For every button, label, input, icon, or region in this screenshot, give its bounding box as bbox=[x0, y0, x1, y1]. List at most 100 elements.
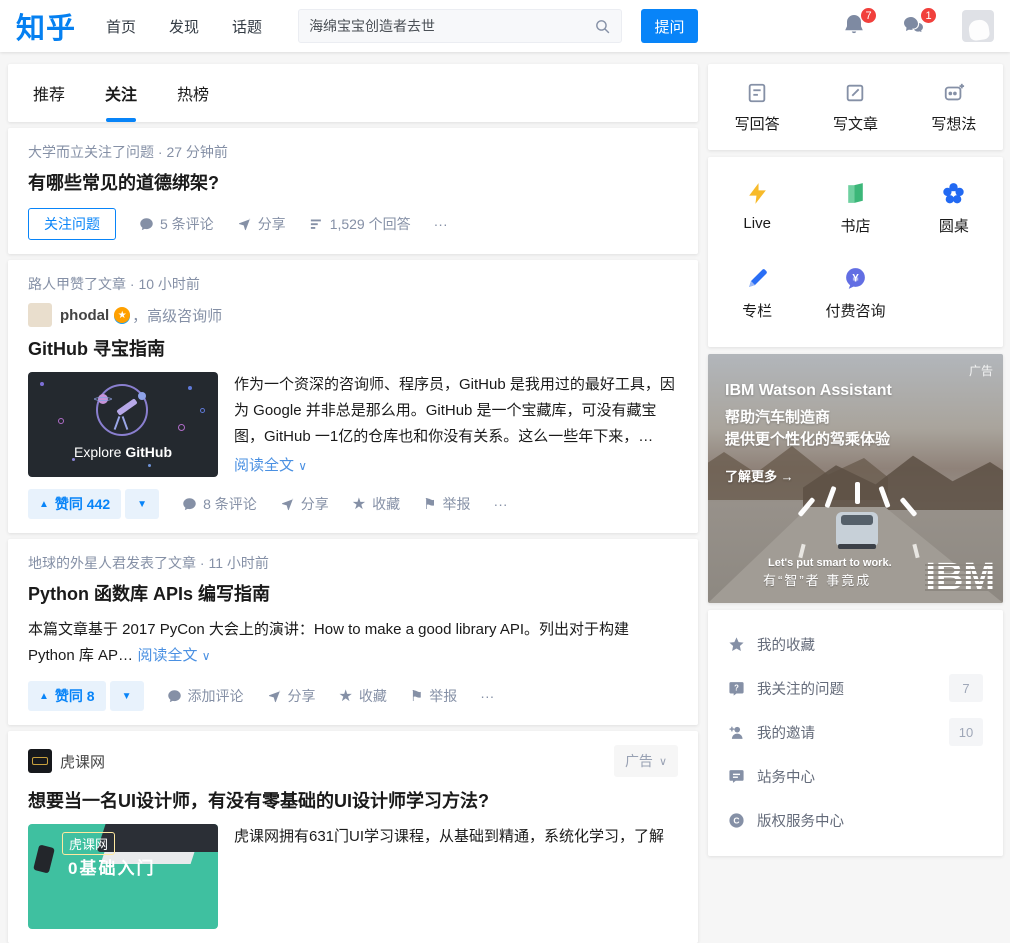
ad-label-chip[interactable]: 广告 ∨ bbox=[614, 745, 678, 777]
nav-item-discover[interactable]: 发现 bbox=[169, 16, 199, 37]
moon-icon bbox=[138, 392, 146, 400]
app-bookstore[interactable]: 书店 bbox=[806, 181, 904, 236]
upvote-button[interactable]: ▲ 赞同 8 bbox=[28, 681, 106, 711]
ask-question-button[interactable]: 提问 bbox=[641, 9, 698, 43]
more-button[interactable]: ··· bbox=[480, 688, 494, 704]
personal-links-panel: 我的收藏 ? 我关注的问题 7 我的邀请 10 bbox=[708, 610, 1003, 856]
read-more-link[interactable]: 阅读全文 ∨ bbox=[234, 457, 307, 474]
favorite-button[interactable]: ★ 收藏 bbox=[352, 494, 400, 514]
app-roundtable[interactable]: 圆桌 bbox=[905, 181, 1003, 236]
link-my-invites[interactable]: 我的邀请 10 bbox=[708, 710, 1003, 754]
tab-follow[interactable]: 关注 bbox=[105, 64, 137, 122]
write-article-button[interactable]: 写文章 bbox=[806, 82, 904, 134]
more-button[interactable]: ··· bbox=[434, 216, 448, 232]
feed-meta: 大学而立关注了问题 · 27 分钟前 bbox=[28, 142, 678, 162]
star-icon: ★ bbox=[339, 686, 353, 706]
author-name[interactable]: phodal bbox=[60, 307, 109, 324]
ad-slogan-cn: 有“智”者 事竟成 bbox=[763, 570, 871, 589]
follow-question-button[interactable]: 关注问题 bbox=[28, 208, 116, 240]
report-button[interactable]: ⚑ 举报 bbox=[410, 686, 457, 706]
page-content: 推荐 关注 热榜 大学而立关注了问题 · 27 分钟前 有哪些常见的道德绑架? … bbox=[0, 52, 1010, 943]
link-followed-questions[interactable]: ? 我关注的问题 7 bbox=[708, 666, 1003, 710]
thumbnail-caption: 0基础入门 bbox=[68, 854, 155, 879]
invite-person-icon bbox=[728, 724, 745, 741]
navbar-right: 7 1 bbox=[842, 10, 994, 42]
question-bubble-icon: ? bbox=[728, 680, 745, 697]
comments-button[interactable]: 5 条评论 bbox=[139, 214, 214, 234]
more-button[interactable]: ··· bbox=[494, 496, 508, 512]
upvote-button[interactable]: ▲ 赞同 442 bbox=[28, 489, 121, 519]
tab-hot[interactable]: 热榜 bbox=[177, 64, 209, 122]
article-title[interactable]: GitHub 寻宝指南 bbox=[28, 337, 678, 362]
comments-button[interactable]: 8 条评论 bbox=[182, 494, 257, 514]
author-row: phodal ★ ，高级咨询师 bbox=[28, 303, 678, 327]
sponsor-name[interactable]: 虎课网 bbox=[60, 751, 105, 772]
answers-icon bbox=[309, 217, 324, 232]
book-icon bbox=[843, 181, 868, 206]
link-site-center[interactable]: 站务中心 bbox=[708, 754, 1003, 798]
write-answer-button[interactable]: 写回答 bbox=[708, 82, 806, 134]
link-my-favorites[interactable]: 我的收藏 bbox=[708, 622, 1003, 666]
yen-chat-icon: ¥ bbox=[843, 266, 868, 291]
feed-item-sponsored: 虎课网 广告 ∨ 想要当一名UI设计师，有没有零基础的UI设计师学习方法? 虎课… bbox=[8, 731, 698, 943]
author-avatar[interactable] bbox=[28, 303, 52, 327]
sidebar-ad-ibm[interactable]: 广告 IBM Watson Assistant 帮助汽车制造商 提供更个性化的驾… bbox=[708, 354, 1003, 603]
decor-dot bbox=[40, 382, 44, 386]
share-button[interactable]: 分享 bbox=[280, 494, 329, 514]
sponsored-thumbnail[interactable]: 虎课网 0基础入门 bbox=[28, 824, 218, 929]
article-title[interactable]: Python 函数库 APIs 编写指南 bbox=[28, 582, 678, 607]
search-icon[interactable] bbox=[594, 18, 611, 35]
question-title[interactable]: 有哪些常见的道德绑架? bbox=[28, 171, 678, 196]
flower-icon bbox=[941, 181, 966, 206]
user-avatar[interactable] bbox=[962, 10, 994, 42]
write-article-icon bbox=[844, 82, 866, 104]
answers-count[interactable]: 1,529 个回答 bbox=[309, 214, 411, 234]
app-live[interactable]: Live bbox=[708, 181, 806, 236]
messages-button[interactable]: 1 bbox=[902, 13, 928, 39]
star-icon: ★ bbox=[352, 494, 366, 514]
write-idea-button[interactable]: 写想法 bbox=[905, 82, 1003, 134]
ad-title: IBM Watson Assistant bbox=[725, 382, 892, 400]
share-button[interactable]: 分享 bbox=[267, 686, 316, 706]
search-bar[interactable] bbox=[298, 9, 622, 43]
article-thumbnail[interactable]: Explore GitHub bbox=[28, 372, 218, 477]
ad-cta-link[interactable]: 了解更多 → bbox=[725, 466, 794, 485]
nav-item-home[interactable]: 首页 bbox=[106, 16, 136, 37]
sponsor-logo[interactable] bbox=[28, 749, 52, 773]
link-copyright-center[interactable]: C 版权服务中心 bbox=[708, 798, 1003, 842]
feed-item-question: 大学而立关注了问题 · 27 分钟前 有哪些常见的道德绑架? 关注问题 5 条评… bbox=[8, 128, 698, 254]
thumbnail-caption: Explore GitHub bbox=[28, 444, 218, 460]
author-headline: ，高级咨询师 bbox=[132, 305, 222, 326]
favorite-button[interactable]: ★ 收藏 bbox=[339, 686, 387, 706]
report-button[interactable]: ⚑ 举报 bbox=[423, 494, 470, 514]
downvote-button[interactable]: ▼ bbox=[125, 489, 159, 519]
apps-panel: Live 书店 圆桌 专栏 bbox=[708, 157, 1003, 347]
upvote-icon: ▲ bbox=[39, 691, 49, 702]
share-button[interactable]: 分享 bbox=[237, 214, 286, 234]
ad-line3: 提供更个性化的驾乘体验 bbox=[725, 428, 890, 449]
sidebar: 写回答 写文章 写想法 Live bbox=[708, 64, 1003, 943]
zhihu-logo[interactable]: 知乎 bbox=[16, 5, 76, 47]
sponsored-title[interactable]: 想要当一名UI设计师，有没有零基础的UI设计师学习方法? bbox=[28, 789, 678, 814]
notifications-button[interactable]: 7 bbox=[842, 13, 868, 39]
write-answer-icon bbox=[746, 82, 768, 104]
action-bar: ▲ 赞同 442 ▼ 8 条评论 分享 ★ 收藏 bbox=[28, 489, 678, 519]
chevron-down-icon: ∨ bbox=[298, 459, 307, 473]
read-more-link[interactable]: 阅读全文 ∨ bbox=[138, 647, 211, 664]
search-input[interactable] bbox=[309, 18, 594, 34]
ibm-logo: IBM bbox=[925, 557, 995, 597]
ad-line2: 帮助汽车制造商 bbox=[725, 406, 830, 427]
action-bar: 关注问题 5 条评论 分享 1,529 个回答 ··· bbox=[28, 208, 678, 240]
downvote-button[interactable]: ▼ bbox=[110, 681, 144, 711]
tab-recommend[interactable]: 推荐 bbox=[33, 64, 65, 122]
star-icon bbox=[728, 636, 745, 653]
planet-ring bbox=[94, 397, 112, 401]
count-badge: 7 bbox=[949, 674, 983, 702]
phone-graphic bbox=[33, 844, 55, 873]
comments-button[interactable]: 添加评论 bbox=[167, 686, 244, 706]
decor-dot bbox=[188, 386, 192, 390]
sponsored-excerpt-block: 虎课网拥有631门UI学习课程，从基础到精通，系统化学习，了解 bbox=[234, 824, 664, 929]
nav-item-topics[interactable]: 话题 bbox=[232, 16, 262, 37]
app-paid-consult[interactable]: ¥ 付费咨询 bbox=[806, 266, 904, 321]
app-column[interactable]: 专栏 bbox=[708, 266, 806, 321]
